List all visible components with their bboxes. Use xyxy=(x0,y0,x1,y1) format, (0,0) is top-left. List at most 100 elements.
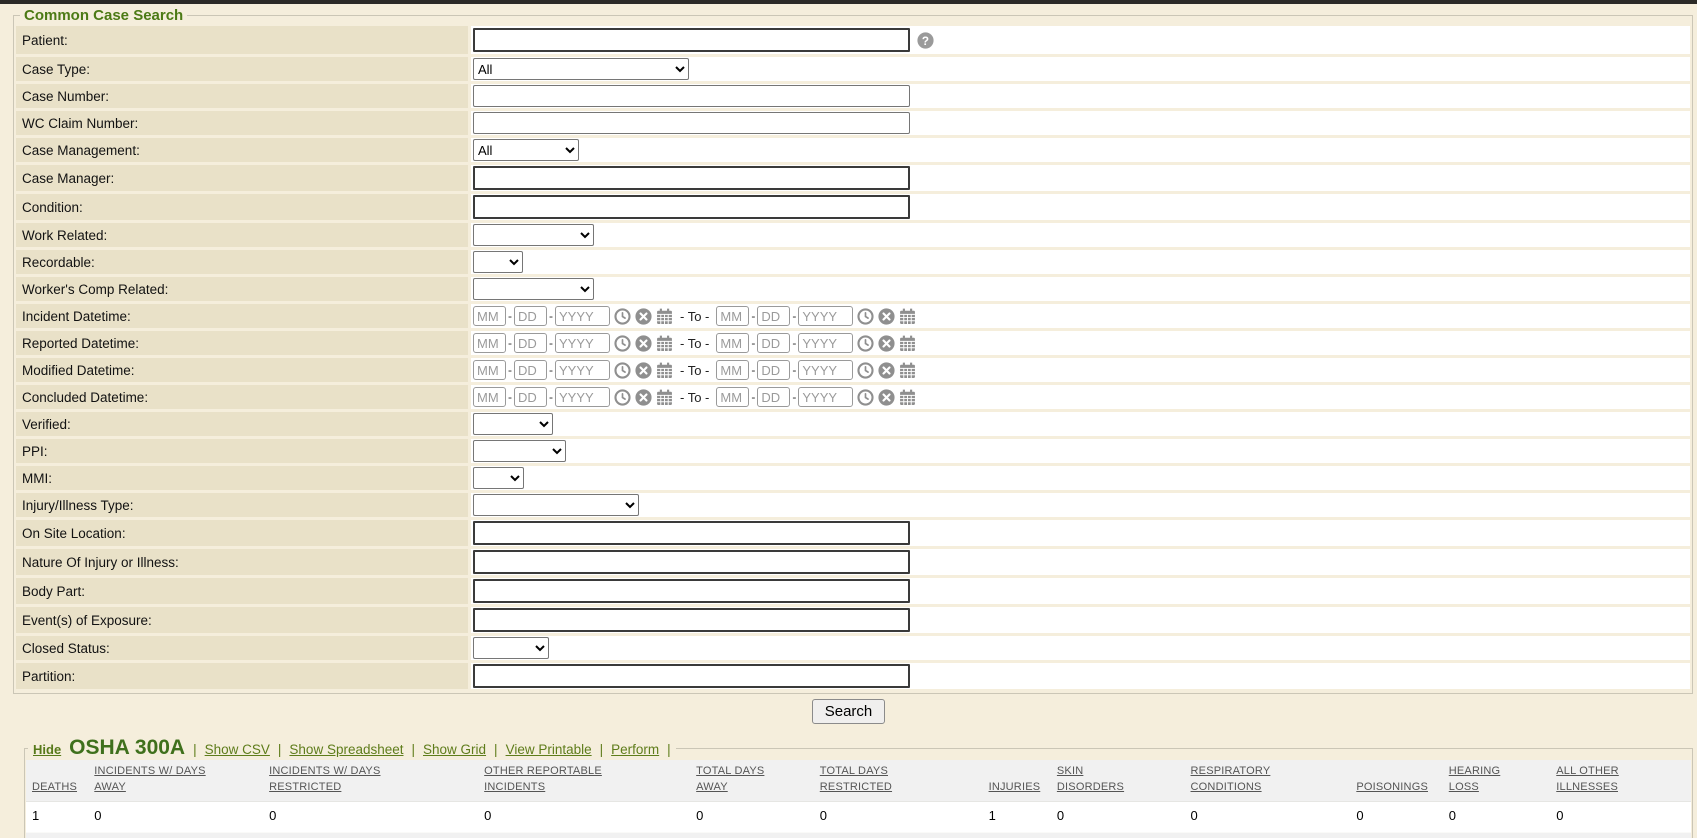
calendar-icon[interactable] xyxy=(656,335,673,352)
column-header-incidents-w-days-restricted[interactable]: INCIDENTS W/ DAYS RESTRICTED xyxy=(263,760,479,802)
injury-illness-type-select[interactable] xyxy=(473,494,639,516)
column-header-incidents-w-days-away[interactable]: INCIDENTS W/ DAYS AWAY xyxy=(88,760,264,802)
concluded-datetime-to-year-input[interactable] xyxy=(798,387,854,407)
date-separator: - xyxy=(508,363,512,377)
field-value-worker-s-comp-related xyxy=(471,277,1690,301)
reported-datetime-to-day-input[interactable] xyxy=(757,333,791,353)
form-row-closed-status: Closed Status: xyxy=(16,636,1690,660)
clear-icon[interactable] xyxy=(635,388,652,406)
calendar-icon[interactable] xyxy=(899,308,916,325)
column-header-all-other-illnesses[interactable]: ALL OTHER ILLNESSES xyxy=(1550,760,1691,802)
column-header-skin-disorders[interactable]: SKIN DISORDERS xyxy=(1050,760,1185,802)
on-site-location-input[interactable] xyxy=(473,521,910,545)
incident-datetime-from-year-input[interactable] xyxy=(555,306,610,326)
column-header-poisonings[interactable]: POISONINGS xyxy=(1350,760,1443,802)
clock-icon[interactable] xyxy=(857,307,874,325)
field-value-reported-datetime: --- To --- xyxy=(471,331,1690,355)
nature-of-injury-or-illness-input[interactable] xyxy=(473,550,910,574)
work-related-select[interactable] xyxy=(473,224,594,246)
calendar-icon[interactable] xyxy=(899,362,916,379)
search-button[interactable]: Search xyxy=(811,699,886,724)
calendar-icon[interactable] xyxy=(656,308,673,325)
clear-icon[interactable] xyxy=(878,334,895,352)
partition-input[interactable] xyxy=(473,664,910,688)
patient-input[interactable] xyxy=(473,28,910,52)
column-header-other-reportable-incidents[interactable]: OTHER REPORTABLE INCIDENTS xyxy=(478,760,691,802)
wc-claim-number-input[interactable] xyxy=(473,112,910,134)
modified-datetime-to-year-input[interactable] xyxy=(798,360,854,380)
table-cell-incidents-w-days-restricted: 0 xyxy=(263,801,479,832)
verified-select[interactable] xyxy=(473,413,553,435)
help-icon[interactable]: ? xyxy=(917,31,934,49)
concluded-datetime-from-day-input[interactable] xyxy=(514,387,547,407)
incident-datetime-to-month-input[interactable] xyxy=(716,306,750,326)
clock-icon[interactable] xyxy=(857,388,874,406)
incident-datetime-from-month-input[interactable] xyxy=(473,306,506,326)
modified-datetime-from-month-input[interactable] xyxy=(473,360,506,380)
modified-datetime-from-day-input[interactable] xyxy=(514,360,547,380)
reported-datetime-to-year-input[interactable] xyxy=(798,333,854,353)
case-manager-input[interactable] xyxy=(473,166,910,190)
case-management-select[interactable]: All xyxy=(473,139,579,161)
ppi-select[interactable] xyxy=(473,440,566,462)
reported-datetime-to-month-input[interactable] xyxy=(716,333,750,353)
case-number-input[interactable] xyxy=(473,85,910,107)
column-header-respiratory-conditions[interactable]: RESPIRATORY CONDITIONS xyxy=(1184,760,1351,802)
hide-link[interactable]: Hide xyxy=(33,742,61,757)
clear-icon[interactable] xyxy=(635,361,652,379)
column-header-hearing-loss[interactable]: HEARING LOSS xyxy=(1442,760,1551,802)
reported-datetime-from-day-input[interactable] xyxy=(514,333,547,353)
calendar-icon[interactable] xyxy=(656,389,673,406)
reported-datetime-from-year-input[interactable] xyxy=(555,333,610,353)
field-label-incident-datetime: Incident Datetime: xyxy=(16,304,468,328)
column-header-deaths[interactable]: DEATHS xyxy=(26,760,89,802)
concluded-datetime-to-month-input[interactable] xyxy=(716,387,750,407)
clear-icon[interactable] xyxy=(878,307,895,325)
toolbar-link-perform[interactable]: Perform xyxy=(611,742,659,757)
condition-input[interactable] xyxy=(473,195,910,219)
concluded-datetime-from-month-input[interactable] xyxy=(473,387,506,407)
calendar-icon[interactable] xyxy=(899,335,916,352)
common-case-search-panel: Common Case Search Patient:? Case Type: Al… xyxy=(13,7,1693,694)
modified-datetime-to-date-group: -- xyxy=(716,360,916,380)
toolbar-link-show-spreadsheet[interactable]: Show Spreadsheet xyxy=(289,742,403,757)
body-part-input[interactable] xyxy=(473,579,910,603)
incident-datetime-to-day-input[interactable] xyxy=(757,306,791,326)
clear-icon[interactable] xyxy=(878,361,895,379)
toolbar-link-show-csv[interactable]: Show CSV xyxy=(205,742,270,757)
clear-icon[interactable] xyxy=(635,307,652,325)
clock-icon[interactable] xyxy=(614,307,631,325)
clear-icon[interactable] xyxy=(878,388,895,406)
modified-datetime-to-day-input[interactable] xyxy=(757,360,791,380)
clock-icon[interactable] xyxy=(614,388,631,406)
modified-datetime-from-year-input[interactable] xyxy=(555,360,610,380)
calendar-icon[interactable] xyxy=(656,362,673,379)
event-s-of-exposure-input[interactable] xyxy=(473,608,910,632)
worker-s-comp-related-select[interactable] xyxy=(473,278,594,300)
column-header-total-days-away[interactable]: TOTAL DAYS AWAY xyxy=(690,760,814,802)
clock-icon[interactable] xyxy=(857,334,874,352)
clock-icon[interactable] xyxy=(614,334,631,352)
modified-datetime-to-month-input[interactable] xyxy=(716,360,750,380)
toolbar-link-show-grid[interactable]: Show Grid xyxy=(423,742,486,757)
search-button-row: Search xyxy=(0,699,1697,724)
concluded-datetime-to-day-input[interactable] xyxy=(757,387,791,407)
column-header-injuries[interactable]: INJURIES xyxy=(982,760,1051,802)
recordable-select[interactable] xyxy=(473,251,523,273)
case-type-select[interactable]: All xyxy=(473,58,689,80)
field-value-verified xyxy=(471,412,1690,436)
clock-icon[interactable] xyxy=(614,361,631,379)
toolbar-link-view-printable[interactable]: View Printable xyxy=(506,742,592,757)
mmi-select[interactable] xyxy=(473,467,524,489)
calendar-icon[interactable] xyxy=(899,389,916,406)
column-header-total-days-restricted[interactable]: TOTAL DAYS RESTRICTED xyxy=(813,760,983,802)
reported-datetime-from-month-input[interactable] xyxy=(473,333,506,353)
field-value-closed-status xyxy=(471,636,1690,660)
concluded-datetime-from-year-input[interactable] xyxy=(555,387,610,407)
field-label-work-related: Work Related: xyxy=(16,223,468,247)
closed-status-select[interactable] xyxy=(473,637,549,659)
incident-datetime-to-year-input[interactable] xyxy=(798,306,854,326)
clear-icon[interactable] xyxy=(635,334,652,352)
incident-datetime-from-day-input[interactable] xyxy=(514,306,547,326)
clock-icon[interactable] xyxy=(857,361,874,379)
